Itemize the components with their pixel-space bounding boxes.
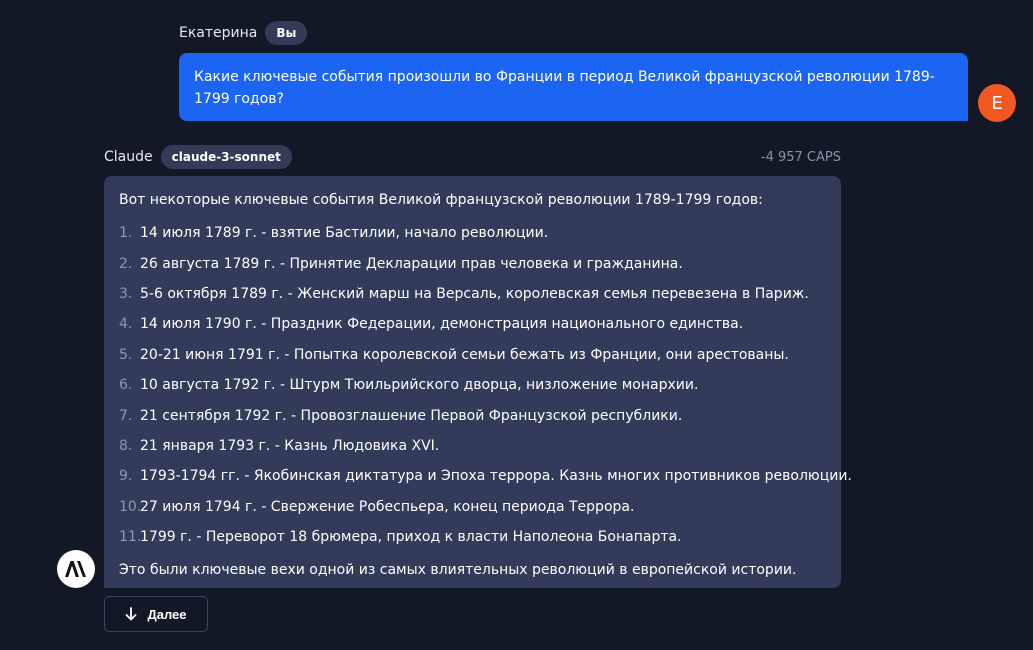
model-badge: claude-3-sonnet [160,145,292,169]
event-text: 5-6 октября 1789 г. - Женский марш на Ве… [140,285,809,302]
event-list: 1. 14 июля 1789 г. - взятие Бастилии, нач… [119,218,852,552]
event-text: 26 августа 1789 г. - Принятие Декларации… [140,255,683,272]
anthropic-logo-icon [65,561,86,577]
assistant-message-bubble: Вот некоторые ключевые события Великой ф… [104,176,852,588]
event-number: 2. [119,255,133,272]
assistant-intro: Вот некоторые ключевые события Великой ф… [119,192,763,208]
you-badge: Вы [265,21,308,45]
event-number: 9. [119,468,133,485]
user-message-bubble: Какие ключевые события произошли во Фран… [179,53,968,121]
event-number: 1. [119,225,133,242]
assistant-message-header: Claude claude-3-sonnet -4 957 CAPS [104,144,841,170]
event-item: 1. 14 июля 1789 г. - взятие Бастилии, нач… [119,218,826,248]
event-text: 20-21 июня 1791 г. - Попытка королевской… [140,346,789,363]
user-avatar: E [978,84,1016,122]
event-number: 8. [119,437,133,454]
event-item: 9. 1793-1794 гг. - Якобинская диктатура и… [119,461,852,491]
event-text: 10 августа 1792 г. - Штурм Тюильрийского… [140,377,699,394]
event-number: 4. [119,316,133,333]
event-number: 11. [119,529,142,546]
event-item: 4. 14 июля 1790 г. - Праздник Федерации, … [119,309,826,339]
event-item: 5. 20-21 июня 1791 г. - Попытка королевск… [119,340,826,370]
event-item: 2. 26 августа 1789 г. - Принятие Декларац… [119,248,826,278]
assistant-outro: Это были ключевые вехи одной из самых вл… [119,562,797,579]
event-number: 7. [119,407,133,424]
more-button-label: Далее [147,606,187,622]
user-message-header: Екатерина Вы [179,20,308,46]
event-item: 3. 5-6 октября 1789 г. - Женский марш на … [119,279,826,309]
event-text: 21 сентября 1792 г. - Провозглашение Пер… [140,407,683,424]
event-number: 10. [119,498,142,515]
event-text: 1799 г. - Переворот 18 брюмера, приход к… [140,529,682,546]
event-item: 8. 21 января 1793 г. - Казнь Людовика XVI… [119,431,826,461]
event-number: 3. [119,285,133,302]
event-text: 1793-1794 гг. - Якобинская диктатура и Э… [140,468,852,485]
event-number: 5. [119,346,133,363]
event-text: 14 июля 1789 г. - взятие Бастилии, начал… [140,225,549,242]
user-name: Екатерина [179,25,258,41]
event-item: 6. 10 августа 1792 г. - Штурм Тюильрийско… [119,370,826,400]
event-text: 27 июля 1794 г. - Свержение Робеспьера, … [140,498,635,515]
assistant-avatar [57,550,95,588]
chat-page: Екатерина Вы Какие ключевые события прои… [0,0,1033,650]
event-item: 11. 1799 г. - Переворот 18 брюмера, прихо… [119,522,826,552]
event-item: 10. 27 июля 1794 г. - Свержение Робеспьер… [119,492,826,522]
arrow-down-icon [125,607,137,621]
event-text: 21 января 1793 г. - Казнь Людовика XVI. [140,437,440,454]
more-button[interactable]: Далее [104,596,208,632]
event-number: 6. [119,377,133,394]
event-text: 14 июля 1790 г. - Праздник Федерации, де… [140,316,744,333]
caps-counter: -4 957 CAPS [760,149,841,165]
event-item: 7. 21 сентября 1792 г. - Провозглашение П… [119,400,826,430]
assistant-name: Claude [104,149,153,165]
